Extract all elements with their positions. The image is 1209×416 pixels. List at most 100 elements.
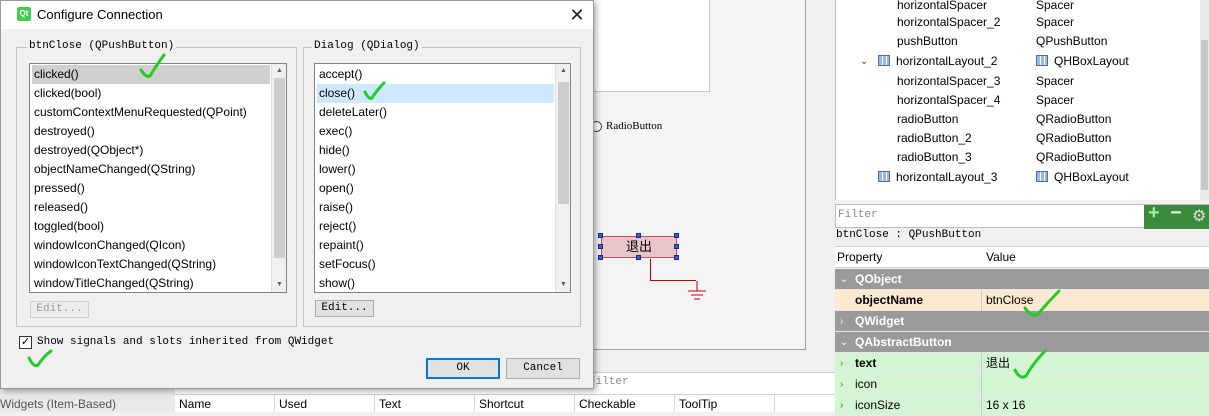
edit-slots-button[interactable]: Edit... [315, 300, 374, 317]
tree-row[interactable]: radioButton_3 QRadioButton [836, 148, 1209, 167]
slot-item[interactable]: accept() [317, 65, 362, 84]
hbox-layout-icon [1036, 171, 1048, 182]
signal-item[interactable]: windowIconChanged(QIcon) [32, 236, 185, 255]
edit-signals-button[interactable]: Edit... [30, 301, 89, 318]
action-column-header[interactable]: Text [375, 395, 475, 412]
scroll-down-icon[interactable]: ▼ [272, 278, 286, 292]
show-inherited-label[interactable]: Show signals and slots inherited from QW… [37, 336, 334, 348]
tree-row[interactable]: horizontalSpacer_2 Spacer [836, 13, 1209, 32]
slot-item[interactable]: setFocus() [317, 255, 376, 274]
slot-group-label: Dialog (QDialog) [312, 40, 422, 52]
show-inherited-checkbox[interactable]: ✓ [19, 336, 32, 349]
dialog-titlebar[interactable]: Qt Configure Connection ✕ [1, 1, 593, 29]
signal-list-scrollbar[interactable]: ▲ ▼ [271, 64, 286, 292]
action-column-header[interactable]: Used [275, 395, 375, 412]
slot-item[interactable]: repaint() [317, 236, 364, 255]
tree-row[interactable]: horizontalLayout_3 QHBoxLayout [836, 168, 1209, 187]
resize-handle[interactable] [598, 244, 603, 249]
signal-item[interactable]: toggled(bool) [32, 217, 104, 236]
slot-item[interactable]: deleteLater() [317, 103, 387, 122]
tree-row[interactable]: pushButton QPushButton [836, 32, 1209, 51]
signal-item[interactable]: pressed() [32, 179, 85, 198]
chevron-right-icon[interactable]: › [840, 311, 843, 332]
slot-item[interactable]: reject() [317, 217, 356, 236]
signal-item[interactable]: objectNameChanged(QString) [32, 160, 195, 179]
property-row-icon[interactable]: › icon [835, 374, 1209, 395]
slot-item[interactable]: lower() [317, 160, 356, 179]
property-filter-placeholder: Filter [838, 209, 878, 221]
resize-handle[interactable] [674, 255, 679, 260]
inspector-scrollbar-thumb[interactable] [1201, 40, 1208, 190]
chevron-down-icon[interactable]: ⌄ [860, 52, 868, 71]
close-button[interactable]: ✕ [561, 1, 593, 29]
remove-property-icon[interactable]: − [1170, 202, 1182, 225]
signal-item[interactable]: clicked() [32, 65, 270, 84]
tree-row[interactable]: horizontalSpacer_4 Spacer [836, 91, 1209, 110]
signal-item[interactable]: clicked(bool) [32, 84, 101, 103]
wrench-icon[interactable]: ⚙ [1192, 206, 1206, 226]
resize-handle[interactable] [598, 233, 603, 238]
tree-row[interactable]: radioButton_2 QRadioButton [836, 129, 1209, 148]
configure-connection-dialog: Qt Configure Connection ✕ btnClose (QPus… [0, 0, 594, 389]
signal-item[interactable]: destroyed() [32, 122, 95, 141]
property-filter-input[interactable]: Filter + − ⚙ [835, 202, 1209, 229]
signal-item[interactable]: windowTitleChanged(QString) [32, 274, 194, 292]
form-inner-widget [590, 0, 710, 92]
radio-label: RadioButton [606, 120, 663, 132]
action-column-header[interactable]: Name [175, 395, 275, 412]
chevron-down-icon[interactable]: ⌄ [840, 332, 848, 353]
signal-group-label: btnClose (QPushButton) [27, 40, 177, 52]
connection-wire [650, 259, 651, 281]
chevron-right-icon[interactable]: › [840, 374, 843, 395]
widget-box-category[interactable]: Widgets (Item-Based) [0, 397, 116, 411]
property-group-qabstractbutton[interactable]: ⌄ QAbstractButton [835, 332, 1209, 353]
action-column-header[interactable]: Checkable [575, 395, 675, 412]
slot-list[interactable]: accept() close() deleteLater() exec() hi… [314, 63, 571, 293]
slot-item[interactable]: show() [317, 274, 355, 292]
slot-item[interactable]: hide() [317, 141, 350, 160]
scroll-up-icon[interactable]: ▲ [556, 64, 570, 78]
resize-handle[interactable] [636, 255, 641, 260]
property-row-text[interactable]: › text 退出 [835, 353, 1209, 374]
property-row-iconsize[interactable]: › iconSize 16 x 16 [835, 395, 1209, 416]
slot-item[interactable]: open() [317, 179, 354, 198]
scrollbar-thumb[interactable] [274, 78, 285, 258]
signal-item[interactable]: released() [32, 198, 88, 217]
hbox-layout-icon [878, 171, 890, 182]
slot-item[interactable]: exec() [317, 122, 352, 141]
form-radio-button[interactable]: RadioButton [591, 120, 662, 132]
slot-item[interactable]: raise() [317, 198, 353, 217]
resize-handle[interactable] [598, 255, 603, 260]
chevron-right-icon[interactable]: › [840, 395, 843, 416]
value-column-header[interactable]: Value [986, 250, 1016, 264]
object-inspector: horizontalSpacer Spacer horizontalSpacer… [835, 0, 1209, 200]
property-group-qwidget[interactable]: › QWidget [835, 311, 1209, 332]
slot-list-scrollbar[interactable]: ▲ ▼ [555, 64, 570, 292]
property-group-qobject[interactable]: ⌄ QObject [835, 269, 1209, 290]
action-table-header: Name Used Text Shortcut Checkable ToolTi… [175, 394, 835, 412]
add-property-icon[interactable]: + [1148, 202, 1160, 225]
property-row-objectname[interactable]: objectName btnClose [835, 290, 1209, 311]
resize-handle[interactable] [636, 233, 641, 238]
slot-item[interactable]: close() [317, 84, 554, 103]
scroll-down-icon[interactable]: ▼ [556, 278, 570, 292]
signal-item[interactable]: destroyed(QObject*) [32, 141, 143, 160]
signal-list[interactable]: clicked() clicked(bool) customContextMen… [29, 63, 287, 293]
tree-row[interactable]: horizontalSpacer_3 Spacer [836, 72, 1209, 91]
action-column-header[interactable]: ToolTip [675, 395, 775, 412]
scroll-up-icon[interactable]: ▲ [272, 64, 286, 78]
ok-button[interactable]: OK [426, 358, 500, 379]
signal-item[interactable]: windowIconTextChanged(QString) [32, 255, 216, 274]
resize-handle[interactable] [674, 244, 679, 249]
chevron-right-icon[interactable]: › [840, 353, 843, 374]
cancel-button[interactable]: Cancel [506, 358, 580, 379]
scrollbar-thumb[interactable] [558, 82, 569, 204]
tree-row[interactable]: ⌄ horizontalLayout_2 QHBoxLayout [836, 52, 1209, 71]
action-column-header[interactable]: Shortcut [475, 395, 575, 412]
action-filter-placeholder: Filter [589, 376, 629, 388]
resize-handle[interactable] [674, 233, 679, 238]
signal-item[interactable]: customContextMenuRequested(QPoint) [32, 103, 247, 122]
chevron-down-icon[interactable]: ⌄ [840, 269, 848, 290]
property-column-header[interactable]: Property [837, 250, 882, 264]
tree-row[interactable]: radioButton QRadioButton [836, 110, 1209, 129]
